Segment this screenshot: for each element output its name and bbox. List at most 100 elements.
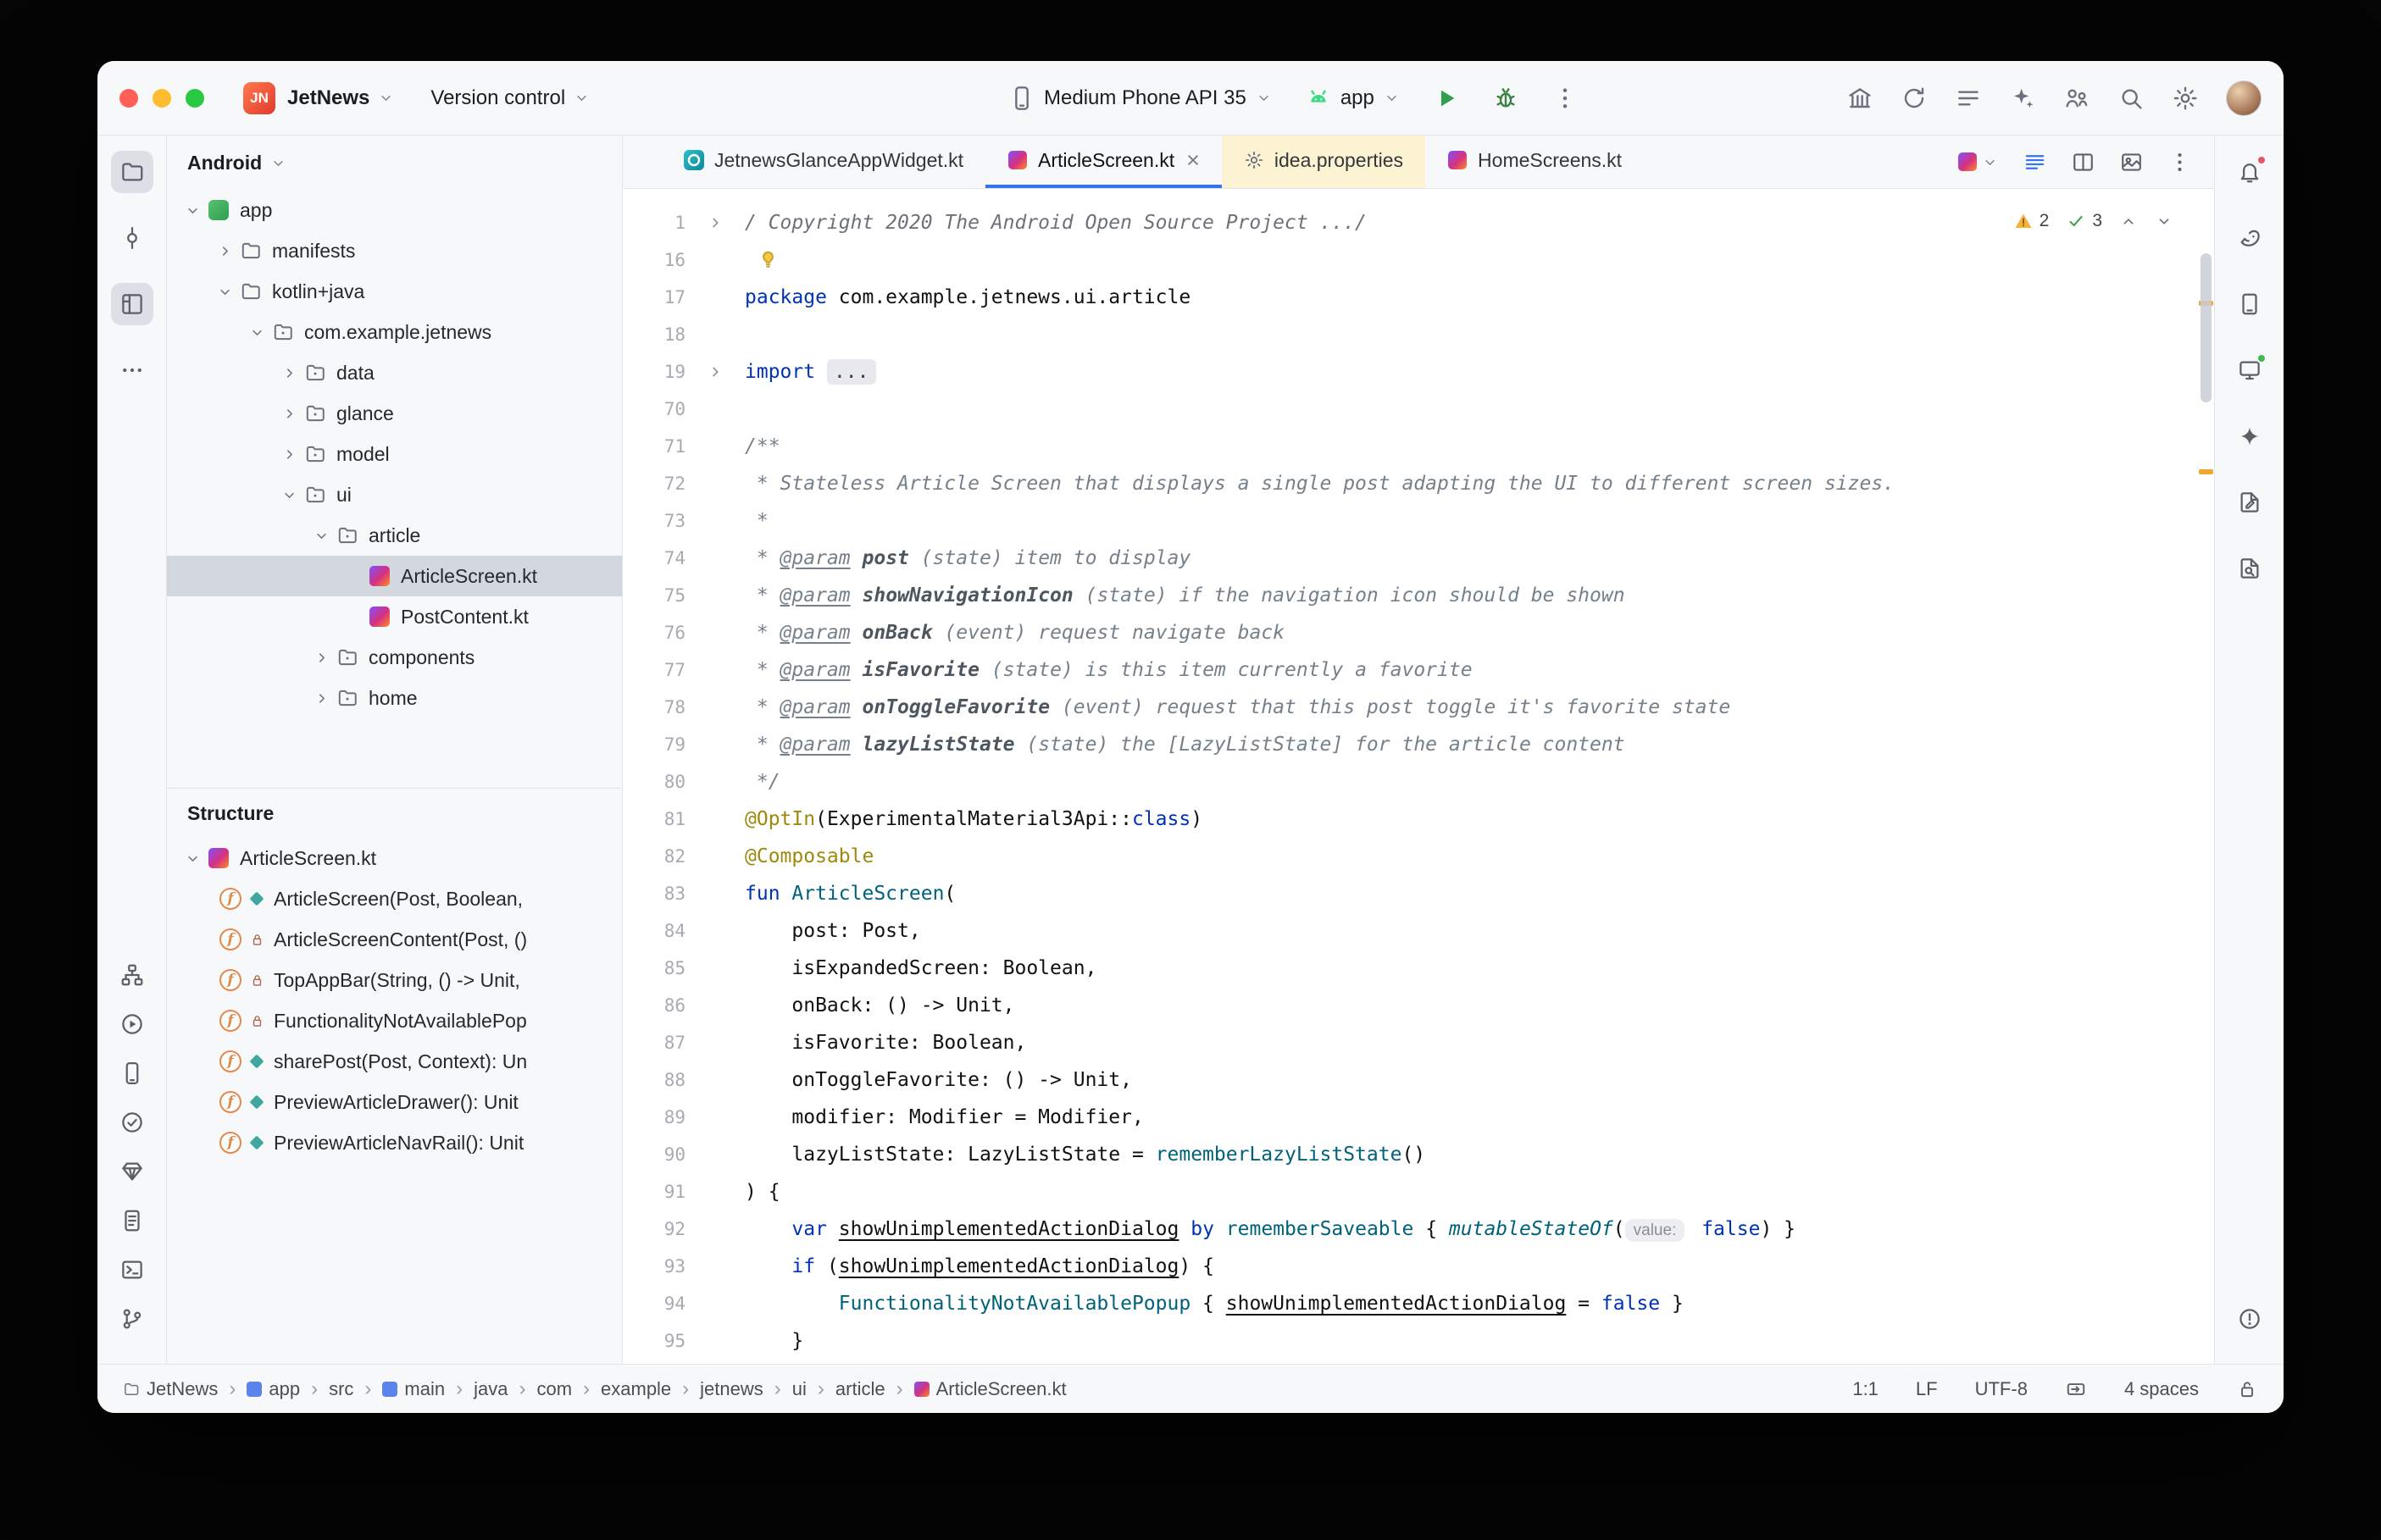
chevron-down-icon[interactable] <box>243 324 270 341</box>
code-line[interactable]: 17package com.example.jetnews.ui.article <box>623 279 2214 316</box>
project-tree-item-app[interactable]: app <box>167 190 622 230</box>
line-number[interactable]: 76 <box>623 614 685 651</box>
minimize-window-button[interactable] <box>153 89 171 108</box>
line-number[interactable]: 70 <box>623 391 685 428</box>
breadcrumb-com[interactable]: com <box>536 1378 572 1400</box>
previous-problem-button[interactable] <box>2119 212 2138 230</box>
code-line[interactable]: 75 * @param showNavigationIcon (state) i… <box>623 577 2214 614</box>
structure-item[interactable]: fFunctionalityNotAvailablePop <box>167 1000 622 1041</box>
chevron-right-icon[interactable] <box>275 364 302 382</box>
running-devices-icon[interactable] <box>2228 349 2271 391</box>
structure-item[interactable]: fPreviewArticleDrawer(): Unit <box>167 1082 622 1122</box>
version-control-icon[interactable] <box>111 1298 153 1340</box>
project-tree-item-articlescreen-kt[interactable]: ArticleScreen.kt <box>167 556 622 596</box>
search-everywhere-icon[interactable] <box>2117 85 2145 112</box>
breadcrumb-java[interactable]: java <box>474 1378 508 1400</box>
project-tree-item-model[interactable]: model <box>167 434 622 474</box>
task-list-icon[interactable] <box>1955 85 1982 112</box>
line-number[interactable]: 73 <box>623 502 685 540</box>
code-line[interactable]: 91) { <box>623 1173 2214 1210</box>
code-line[interactable]: 71/** <box>623 428 2214 465</box>
line-number[interactable]: 93 <box>623 1248 685 1285</box>
line-number[interactable]: 71 <box>623 428 685 465</box>
breadcrumb-jetnews[interactable]: JetNews <box>123 1378 218 1400</box>
commit-icon[interactable] <box>111 217 153 259</box>
project-tree-item-ui[interactable]: ui <box>167 474 622 515</box>
project-folder-icon[interactable] <box>111 151 153 193</box>
split-view-icon[interactable] <box>2071 150 2095 174</box>
chevron-down-icon[interactable] <box>275 486 302 504</box>
project-tree-item-manifests[interactable]: manifests <box>167 230 622 271</box>
run-configuration[interactable]: app <box>1305 85 1401 112</box>
code-line[interactable]: 73 * <box>623 502 2214 540</box>
chevron-down-icon[interactable] <box>179 850 206 867</box>
chevron-down-icon[interactable] <box>211 283 238 301</box>
chevron-right-icon[interactable] <box>308 649 335 667</box>
line-number[interactable]: 85 <box>623 950 685 987</box>
breadcrumb-jetnews[interactable]: jetnews <box>700 1378 763 1400</box>
line-number[interactable]: 94 <box>623 1285 685 1322</box>
structure-item[interactable]: fArticleScreenContent(Post, () <box>167 919 622 960</box>
indent-setting[interactable]: 4 spaces <box>2124 1378 2199 1400</box>
line-number[interactable]: 88 <box>623 1061 685 1099</box>
ai-assistant-icon[interactable] <box>2009 85 2036 112</box>
file-encoding[interactable]: UTF-8 <box>1975 1378 2028 1400</box>
device-manager-icon[interactable] <box>111 1052 153 1094</box>
line-number[interactable]: 92 <box>623 1210 685 1248</box>
next-problem-button[interactable] <box>2155 212 2173 230</box>
code-line[interactable]: 81@OptIn(ExperimentalMaterial3Api::class… <box>623 800 2214 838</box>
chevron-down-icon[interactable] <box>308 527 335 545</box>
chevron-down-icon[interactable] <box>179 202 206 219</box>
debug-button[interactable] <box>1492 85 1519 112</box>
structure-item[interactable]: fPreviewArticleNavRail(): Unit <box>167 1122 622 1163</box>
document-edit-icon[interactable] <box>2228 481 2271 523</box>
zoom-window-button[interactable] <box>186 89 204 108</box>
line-number[interactable]: 80 <box>623 763 685 800</box>
line-number[interactable]: 91 <box>623 1173 685 1210</box>
structure-item[interactable]: fsharePost(Post, Context): Un <box>167 1041 622 1082</box>
more-actions-icon[interactable] <box>1551 85 1579 112</box>
breadcrumb-article[interactable]: article <box>835 1378 885 1400</box>
project-widget[interactable]: JetNews <box>287 86 395 110</box>
code-line[interactable]: 77 * @param isFavorite (state) is this i… <box>623 651 2214 689</box>
build-hierarchy-icon[interactable] <box>111 954 153 996</box>
project-tree-item-data[interactable]: data <box>167 352 622 393</box>
code-line[interactable]: 89 modifier: Modifier = Modifier, <box>623 1099 2214 1136</box>
warnings-indicator[interactable]: 2 <box>2013 211 2050 231</box>
caret-position[interactable]: 1:1 <box>1852 1378 1879 1400</box>
project-tree-item-postcontent-kt[interactable]: PostContent.kt <box>167 596 622 637</box>
code-editor[interactable]: 1/ Copyright 2020 The Android Open Sourc… <box>623 189 2214 1364</box>
code-line[interactable]: 85 isExpandedScreen: Boolean, <box>623 950 2214 987</box>
line-number[interactable]: 17 <box>623 279 685 316</box>
more-actions-icon[interactable] <box>2167 150 2192 174</box>
run-button[interactable] <box>1433 85 1460 112</box>
breadcrumb-example[interactable]: example <box>601 1378 671 1400</box>
vcs-widget[interactable]: Version control <box>430 86 591 110</box>
line-number[interactable]: 1 <box>623 204 685 241</box>
gradle-icon[interactable] <box>2228 217 2271 259</box>
hidden-tabs-dropdown[interactable] <box>1958 152 1999 171</box>
line-number[interactable]: 72 <box>623 465 685 502</box>
line-number[interactable]: 86 <box>623 987 685 1024</box>
chevron-right-icon[interactable] <box>211 242 238 260</box>
code-line[interactable]: 88 onToggleFavorite: () -> Unit, <box>623 1061 2214 1099</box>
fold-region-icon[interactable] <box>685 353 745 391</box>
device-selector[interactable]: Medium Phone API 35 <box>1008 85 1273 112</box>
line-number[interactable]: 81 <box>623 800 685 838</box>
code-line[interactable]: 83fun ArticleScreen( <box>623 875 2214 912</box>
breadcrumb-main[interactable]: main <box>382 1378 445 1400</box>
project-structure-icon[interactable] <box>1846 85 1873 112</box>
code-with-me-icon[interactable] <box>2063 85 2090 112</box>
code-line[interactable]: 80 */ <box>623 763 2214 800</box>
project-tree-item-com-example-jetnews[interactable]: com.example.jetnews <box>167 312 622 352</box>
tab-homescreens-kt[interactable]: HomeScreens.kt <box>1425 136 1644 188</box>
chevron-right-icon[interactable] <box>275 405 302 423</box>
line-number[interactable]: 90 <box>623 1136 685 1173</box>
tab-jetnewsglanceappwidget-kt[interactable]: JetnewsGlanceAppWidget.kt <box>662 136 985 188</box>
project-tree-item-kotlin-java[interactable]: kotlin+java <box>167 271 622 312</box>
project-view-header[interactable]: Android <box>167 136 622 190</box>
app-quality-insights-icon[interactable] <box>111 1150 153 1193</box>
editor-scrollbar[interactable] <box>2197 189 2214 1364</box>
code-line[interactable]: 86 onBack: () -> Unit, <box>623 987 2214 1024</box>
chevron-right-icon[interactable] <box>275 446 302 463</box>
